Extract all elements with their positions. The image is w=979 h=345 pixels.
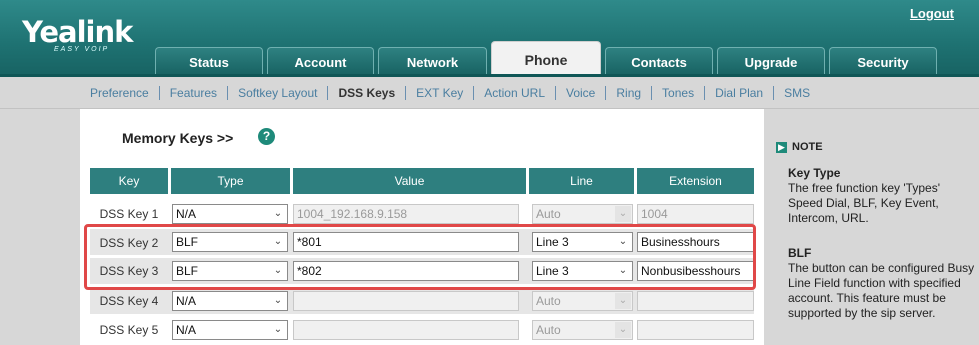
chevron-down-icon: ⌄ [273,295,283,306]
subnav-voice[interactable]: Voice [556,86,607,100]
dss-key-4-extension-input [637,291,754,311]
dss-key-5-extension-input [637,320,754,340]
column-header-extension: Extension [637,168,754,194]
subnav-ext-key[interactable]: EXT Key [406,86,475,100]
arrow-icon: ▶ [776,141,787,153]
subnav-dial-plan[interactable]: Dial Plan [705,86,775,100]
dss-key-4-value-input [293,291,519,311]
note-heading-text: NOTE [792,141,823,153]
note-text-key-type: The free function key 'Types' Speed Dial… [788,181,940,225]
note-heading: ▶ NOTE [776,141,823,153]
subnav-action-url[interactable]: Action URL [474,86,556,100]
tab-phone[interactable]: Phone [491,41,601,77]
subnav-tones[interactable]: Tones [652,86,706,100]
tab-status[interactable]: Status [155,47,263,77]
highlight-box [84,224,756,290]
dss-key-4-type-select[interactable]: N/A ⌄ [172,291,288,311]
subnav-dss-keys[interactable]: DSS Keys [328,86,407,100]
subnav-softkey-layout[interactable]: Softkey Layout [228,86,329,100]
dss-key-4-line-select: Auto ⌄ [532,291,633,311]
help-icon[interactable]: ? [258,128,275,145]
column-header-key: Key [90,168,168,194]
dss-key-5-value-input [293,320,519,340]
chevron-down-icon: ⌄ [273,208,283,219]
subnav-preference[interactable]: Preference [80,86,160,100]
logout-link[interactable]: Logout [910,6,954,21]
tab-security[interactable]: Security [829,47,937,77]
dss-key-1-type-select[interactable]: N/A ⌄ [172,204,288,224]
note-title-key-type: Key Type [788,166,841,180]
dss-key-4-label: DSS Key 4 [99,294,159,308]
dss-key-5-type-select[interactable]: N/A ⌄ [172,320,288,340]
tab-account[interactable]: Account [267,47,374,77]
note-title-blf: BLF [788,246,812,260]
column-header-line: Line [529,168,634,194]
chevron-down-icon: ⌄ [273,324,283,335]
top-header: Yealink EASY VOIP Logout Status Account … [0,0,979,77]
dss-key-1-label: DSS Key 1 [99,207,159,221]
column-header-type: Type [171,168,290,194]
section-title: Memory Keys >> [122,130,234,146]
yealink-logo: Yealink EASY VOIP [22,15,133,54]
tab-upgrade[interactable]: Upgrade [717,47,825,77]
chevron-down-icon: ⌄ [615,293,631,309]
note-panel: ▶ NOTE Key Type The free function key 'T… [764,109,979,345]
subnav-ring[interactable]: Ring [606,86,653,100]
logo-text: Yealink [22,15,133,49]
subnav-sms[interactable]: SMS [774,86,820,100]
dss-key-1-line-select: Auto ⌄ [532,204,633,224]
dss-key-5-label: DSS Key 5 [99,323,159,337]
subnav-features[interactable]: Features [160,86,229,100]
tab-contacts[interactable]: Contacts [605,47,713,77]
sub-navigation: Preference Features Softkey Layout DSS K… [0,77,979,109]
chevron-down-icon: ⌄ [615,322,631,338]
dss-key-5-line-select: Auto ⌄ [532,320,633,340]
chevron-down-icon: ⌄ [615,206,631,222]
tab-network[interactable]: Network [378,47,487,77]
dss-key-1-extension-input: 1004 [637,204,754,224]
dss-key-1-value-input: 1004_192.168.9.158 [293,204,519,224]
column-header-value: Value [293,168,526,194]
note-text-blf: The button can be configured Busy Line F… [788,261,975,320]
main-tabs: Status Account Network Phone Contacts Up… [155,41,941,77]
